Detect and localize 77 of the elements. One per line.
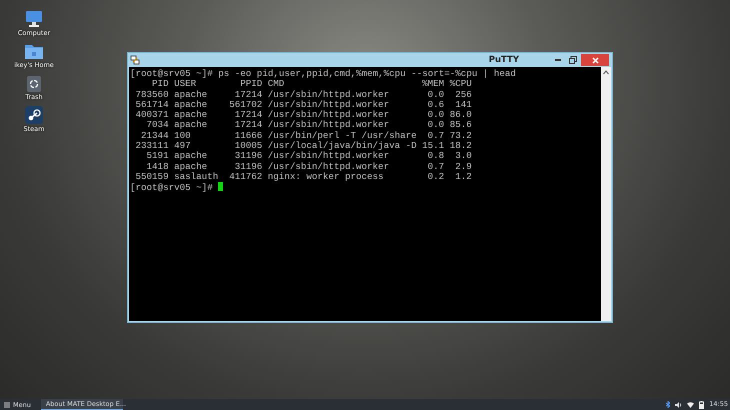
table-cell-text: /usr/sbin/httpd.worker (268, 162, 390, 172)
wifi-icon[interactable] (687, 402, 694, 408)
table-cell-text: /usr/sbin/httpd.worker (268, 120, 390, 131)
table-cell-text: /usr/sbin/httpd.worker (268, 90, 390, 100)
table-cell-text: /usr/sbin/httpd.worker (268, 100, 390, 110)
table-cell: 73.2 (450, 130, 472, 142)
table-cell-text: 0.7 (426, 162, 444, 172)
table-cell-text: 233111 (134, 141, 169, 152)
bluetooth-icon[interactable] (666, 401, 670, 408)
table-cell-text: 0.7 (426, 130, 444, 142)
close-button[interactable] (581, 54, 609, 66)
column-header: %CPU (450, 79, 472, 90)
table-cell: 85.6 (450, 120, 472, 131)
table-cell-text: 0.8 (426, 151, 444, 162)
table-cell: 86.0 (450, 110, 472, 120)
table-cell-text: 31196 (234, 162, 262, 172)
table-cell-text: 497 (174, 141, 191, 152)
table-cell-text: 256 (454, 90, 472, 100)
table-cell-text: 100 (174, 130, 192, 142)
table-cell-text: 0.0 (426, 120, 444, 131)
table-cell-text: nginx: worker process (268, 172, 384, 182)
table-cell-text: 561702 (228, 100, 262, 110)
table-cell-text: 0.6 (426, 100, 444, 110)
table-cell-text: 0.0 (426, 110, 444, 120)
table-cell: 15.1 (422, 141, 444, 152)
table-cell-text: 550159 (134, 172, 169, 182)
close-icon[interactable] (592, 56, 598, 64)
battery-icon[interactable] (699, 400, 704, 408)
table-cell-text: apache (174, 162, 208, 172)
table-cell-text: /usr/sbin/httpd.worker (268, 110, 390, 120)
column-header: USER (174, 79, 198, 90)
table-cell-text: 141 (454, 100, 472, 110)
window-title: PuTTY (488, 54, 519, 66)
table-cell-text: 561714 (134, 100, 169, 110)
table-cell-text: 0.2 (426, 172, 444, 182)
maximize-icon[interactable] (569, 56, 577, 64)
table-cell: saslauth (174, 172, 218, 182)
volume-icon[interactable] (675, 402, 682, 408)
trash-can-icon (24, 73, 44, 93)
column-header: PPID (239, 79, 262, 90)
table-cell-text: apache (174, 120, 208, 131)
command-line: [root@srv05 ~]# ps -eo pid,user,ppid,cmd,%mem,%cpu --sort=-%cpu | head (130, 69, 517, 80)
table-cell-text: 17214 (234, 90, 262, 100)
table-cell-text: /usr/bin/perl -T /usr/share (268, 130, 417, 141)
table-cell-text: 17214 (234, 110, 262, 120)
table-cell-text: apache (174, 151, 208, 162)
table-cell-text: 0.0 (426, 90, 444, 100)
shell-prompt: [root@srv05 ~]# (130, 182, 213, 194)
table-cell-text: apache (174, 100, 208, 110)
app-icon (130, 55, 140, 65)
table-cell-text: 2.9 (454, 162, 472, 172)
table-cell-text: 10005 (234, 141, 262, 152)
table-cell-text: 21344 (140, 130, 169, 142)
table-cell-text: 17214 (234, 120, 262, 131)
table-cell-text: 783560 (134, 90, 169, 100)
table-cell-text: apache (174, 110, 208, 120)
table-cell: /usr/local/java/bin/java -D (268, 141, 417, 152)
table-cell-text: /usr/sbin/httpd.worker (268, 151, 390, 162)
table-cell-text: 411762 (228, 172, 262, 182)
table-cell-text: 31196 (234, 151, 262, 162)
steam-icon (24, 105, 44, 125)
table-cell-text: 1418 (146, 162, 169, 172)
table-cell-text: 7034 (146, 120, 169, 131)
column-header: %MEM (422, 79, 444, 90)
table-cell-text: 400371 (134, 110, 169, 120)
table-cell-text: 1.2 (454, 172, 472, 182)
computer-icon (24, 9, 44, 29)
table-cell-text: 3.0 (454, 151, 472, 162)
column-header: CMD (268, 79, 286, 90)
text-cursor (218, 182, 223, 192)
table-cell: 18.2 (450, 141, 472, 152)
table-cell-text: 11666 (234, 130, 262, 142)
table-cell-text: 5191 (146, 151, 169, 162)
column-header: PID (151, 79, 169, 90)
table-cell-text: apache (174, 90, 208, 100)
scroll-up-icon[interactable] (603, 70, 609, 75)
menu-icon[interactable] (4, 402, 10, 408)
